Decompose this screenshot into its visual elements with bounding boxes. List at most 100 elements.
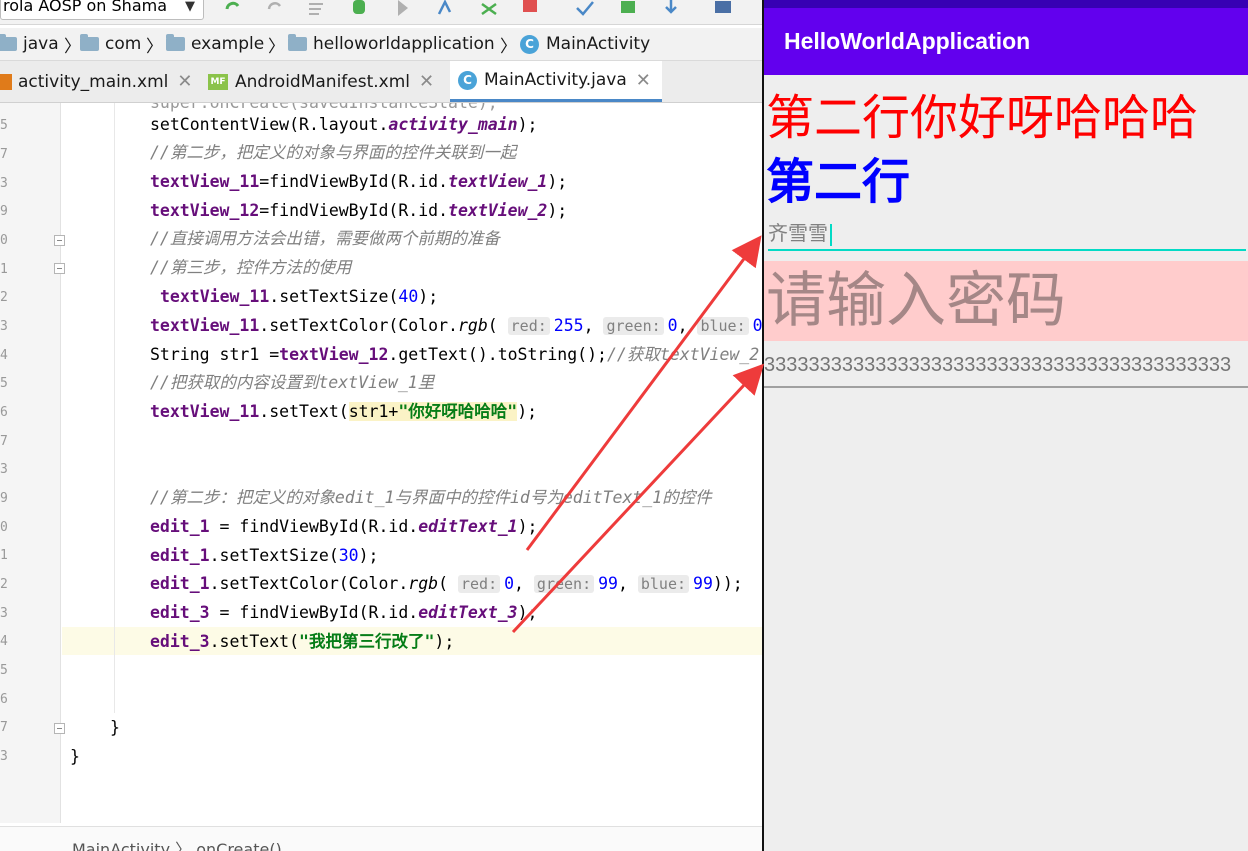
line-number: 4 <box>0 348 8 363</box>
edit-text-1[interactable]: 齐雪雪 <box>768 217 1246 251</box>
code-token: ( <box>487 316 498 335</box>
code-token: str1+ <box>348 402 399 421</box>
line-number: 2 <box>0 290 8 305</box>
indent-guide <box>114 103 115 713</box>
code-token: 0 <box>752 316 762 335</box>
main-toolbar: rola AOSP on Shama ▼ <box>0 0 762 25</box>
code-comment: //获取textView_2 <box>606 345 760 364</box>
download-icon[interactable] <box>660 0 682 20</box>
breadcrumb-label: example <box>191 34 265 54</box>
code-token: textView_11 <box>160 287 270 306</box>
string-literal: "我把第三行改了" <box>299 632 435 651</box>
line-number: 6 <box>0 692 8 707</box>
list-icon[interactable] <box>306 0 328 20</box>
sync-icon[interactable] <box>222 0 244 20</box>
code-comment: //把获取的内容设置到textView_1里 <box>150 373 435 392</box>
line-number: 9 <box>0 204 8 219</box>
tab-main-activity-java[interactable]: C MainActivity.java ✕ <box>450 61 662 102</box>
stop-icon[interactable] <box>520 0 542 20</box>
code-token: edit_1 <box>150 546 210 565</box>
tab-activity-main-xml[interactable]: activity_main.xml ✕ <box>0 61 196 102</box>
parameter-hint: blue: <box>697 317 749 335</box>
breadcrumb: java 〉 com 〉 example 〉 helloworldapplica… <box>0 28 762 61</box>
folder-icon <box>80 34 99 51</box>
line-number: 3 <box>0 606 8 621</box>
folder-icon <box>0 34 17 51</box>
code-token: textView_11 <box>150 316 260 335</box>
folder-icon <box>288 34 307 51</box>
code-token: .setTextSize( <box>269 287 399 306</box>
code-token: textView_1 <box>448 172 548 191</box>
code-token: 99 <box>693 574 713 593</box>
line-number: 9 <box>0 491 8 506</box>
breadcrumb-helloworldapplication[interactable]: helloworldapplication <box>288 33 495 55</box>
ide-pane: rola AOSP on Shama ▼ java 〉 com 〉 exampl… <box>0 0 762 851</box>
status-method-label: onCreate() <box>196 840 282 851</box>
class-icon: C <box>520 34 539 54</box>
breadcrumb-example[interactable]: example <box>166 33 264 55</box>
apply-changes-icon[interactable] <box>264 0 286 20</box>
code-token: 255 <box>553 316 584 335</box>
code-token: ( <box>438 574 449 593</box>
code-token: setContentView(R.layout. <box>150 115 389 134</box>
code-token: edit_1 <box>150 574 210 593</box>
tab-android-manifest[interactable]: MF AndroidManifest.xml ✕ <box>208 61 444 102</box>
layout-inspector-icon[interactable] <box>712 0 734 20</box>
password-field[interactable]: 请输入密码 <box>764 261 1248 341</box>
code-token: )); <box>712 574 743 593</box>
profile-icon[interactable] <box>436 0 458 20</box>
code-token: textView_11 <box>150 402 260 421</box>
sdk-manager-icon[interactable] <box>618 0 640 20</box>
edit-text-1-value: 齐雪雪 <box>768 221 828 245</box>
class-icon: C <box>458 70 477 90</box>
code-token: 0 <box>667 316 678 335</box>
code-token: .setText( <box>209 632 300 651</box>
avd-manager-icon[interactable] <box>574 0 596 20</box>
line-number: 5 <box>0 663 8 678</box>
close-icon[interactable]: ✕ <box>177 71 192 92</box>
manifest-file-icon: MF <box>208 73 228 90</box>
code-token: editText_3 <box>418 603 518 622</box>
breadcrumb-com[interactable]: com <box>80 33 141 55</box>
breadcrumb-java[interactable]: java <box>0 33 59 55</box>
line-number-gutter: 5 7 3 9 0 1 2 3 4 5 6 7 3 9 0 1 2 3 4 5 … <box>0 103 65 823</box>
close-icon[interactable]: ✕ <box>636 70 651 91</box>
string-literal: "你好呀哈哈哈" <box>398 402 518 421</box>
debug-icon[interactable] <box>348 0 370 20</box>
device-selector-label: rola AOSP on Shama <box>3 0 168 15</box>
breadcrumb-mainactivity[interactable]: C MainActivity <box>520 33 650 55</box>
attach-debugger-icon[interactable] <box>478 0 500 20</box>
code-token: activity_main <box>388 115 518 134</box>
code-line: edit_1.setTextColor(Color.rgb( red: 0, gr… <box>150 574 743 593</box>
run-icon[interactable] <box>392 0 414 20</box>
code-token: ); <box>358 546 379 565</box>
editor-breadcrumb-bar: MainActivity 〉 onCreate() <box>0 826 762 851</box>
code-token: edit_3 <box>150 603 210 622</box>
device-selector[interactable]: rola AOSP on Shama ▼ <box>0 0 204 20</box>
code-token: =findViewById(R.id. <box>259 201 449 220</box>
code-line: edit_3 = findViewById(R.id.editText_3); <box>150 599 537 627</box>
method-breadcrumb[interactable]: MainActivity 〉 onCreate() <box>72 836 282 851</box>
code-token: .getText().toString(); <box>388 345 607 364</box>
code-token: .setTextColor(Color. <box>209 574 409 593</box>
code-token: String str1 = <box>150 345 280 364</box>
chevron-right-icon: 〉 <box>268 36 285 57</box>
closing-brace: } <box>110 718 120 737</box>
breadcrumb-label: helloworldapplication <box>313 34 495 54</box>
parameter-hint: green: <box>533 575 595 593</box>
close-icon[interactable]: ✕ <box>419 71 434 92</box>
code-token: =findViewById(R.id. <box>259 172 449 191</box>
code-comment: //直接调用方法会出错，需要做两个前期的准备 <box>150 229 500 248</box>
code-token: edit_1 <box>150 517 210 536</box>
status-class-label: MainActivity <box>72 840 171 851</box>
edit-text-3[interactable]: 3333333333333333333333333333333333333333… <box>764 354 1248 388</box>
code-token: ); <box>517 402 538 421</box>
code-token: = findViewById(R.id. <box>209 517 419 536</box>
chevron-right-icon: 〉 <box>146 36 163 57</box>
code-token: ); <box>547 172 568 191</box>
code-comment: //第二步：把定义的对象edit_1与界面中的控件id号为editText_1的… <box>150 488 712 507</box>
line-number: 0 <box>0 233 8 248</box>
code-token: edit_3 <box>150 632 210 651</box>
code-token: .setText( <box>259 402 349 421</box>
code-editor[interactable]: super.onCreate(savedInstanceState); setC… <box>62 103 762 823</box>
